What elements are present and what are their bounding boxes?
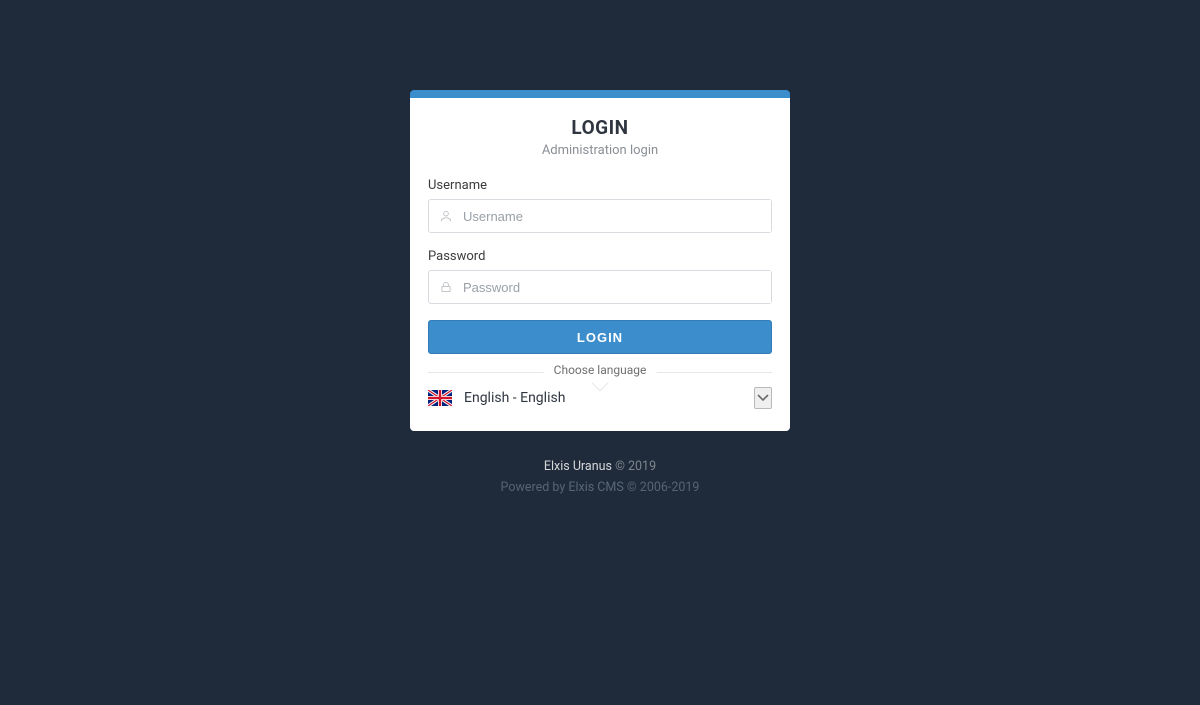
password-group: Password	[428, 249, 772, 304]
login-panel: LOGIN Administration login Username Pass…	[410, 90, 790, 431]
username-label: Username	[428, 178, 772, 193]
footer-powered-link[interactable]: Elxis CMS	[568, 480, 623, 495]
footer-powered-suffix: © 2006-2019	[624, 480, 700, 495]
password-input[interactable]	[463, 271, 771, 303]
footer-copyright: Elxis Uranus © 2019	[501, 459, 700, 474]
footer-powered: Powered by Elxis CMS © 2006-2019	[501, 480, 700, 495]
lock-icon	[429, 280, 463, 294]
password-label: Password	[428, 249, 772, 264]
language-dropdown-wrap	[754, 387, 772, 409]
footer-powered-prefix: Powered by	[501, 480, 569, 495]
user-icon	[429, 209, 463, 223]
language-divider: Choose language	[428, 372, 772, 373]
login-button[interactable]: LOGIN	[428, 320, 772, 354]
password-input-wrap	[428, 270, 772, 304]
uk-flag-icon	[428, 390, 452, 406]
login-title: LOGIN	[428, 116, 772, 139]
footer-brand: Elxis Uranus	[544, 459, 612, 474]
selected-language: English - English	[464, 390, 742, 406]
panel-header: LOGIN Administration login	[428, 116, 772, 158]
login-subtitle: Administration login	[428, 143, 772, 158]
footer-year: © 2019	[612, 459, 656, 474]
footer: Elxis Uranus © 2019 Powered by Elxis CMS…	[501, 459, 700, 495]
username-input-wrap	[428, 199, 772, 233]
username-input[interactable]	[463, 200, 771, 232]
language-dropdown[interactable]	[754, 387, 772, 409]
username-group: Username	[428, 178, 772, 233]
